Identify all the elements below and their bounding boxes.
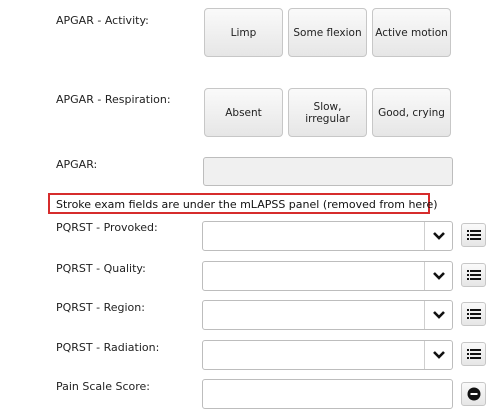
apgar-activity-label: APGAR - Activity: — [56, 14, 149, 27]
pqrst-region-label: PQRST - Region: — [56, 301, 145, 314]
apgar-total-field — [203, 157, 453, 186]
minus-circle-icon[interactable] — [461, 382, 486, 406]
list-icon[interactable] — [461, 302, 486, 326]
chevron-down-icon[interactable] — [424, 222, 452, 250]
activity-active-motion-button[interactable]: Active motion — [372, 8, 451, 57]
activity-some-flexion-button[interactable]: Some flexion — [288, 8, 367, 57]
pqrst-region-select[interactable] — [202, 300, 453, 330]
pqrst-radiation-select[interactable] — [202, 340, 453, 370]
pqrst-provoked-label: PQRST - Provoked: — [56, 221, 158, 234]
chevron-down-icon[interactable] — [424, 262, 452, 290]
respiration-absent-button[interactable]: Absent — [204, 88, 283, 137]
pain-scale-input[interactable] — [202, 379, 453, 409]
pqrst-quality-select[interactable] — [202, 261, 453, 291]
list-icon[interactable] — [461, 342, 486, 366]
pqrst-radiation-label: PQRST - Radiation: — [56, 341, 160, 354]
apgar-respiration-label: APGAR - Respiration: — [56, 93, 171, 106]
pqrst-provoked-select[interactable] — [202, 221, 453, 251]
chevron-down-icon[interactable] — [424, 341, 452, 369]
pqrst-quality-label: PQRST - Quality: — [56, 262, 146, 275]
respiration-slow-irregular-button[interactable]: Slow, irregular — [288, 88, 367, 137]
apgar-total-label: APGAR: — [56, 158, 98, 171]
activity-limp-button[interactable]: Limp — [204, 8, 283, 57]
stroke-exam-notice: Stroke exam fields are under the mLAPSS … — [48, 193, 438, 214]
list-icon[interactable] — [461, 263, 486, 287]
respiration-good-crying-button[interactable]: Good, crying — [372, 88, 451, 137]
chevron-down-icon[interactable] — [424, 301, 452, 329]
list-icon[interactable] — [461, 223, 486, 247]
pain-scale-label: Pain Scale Score: — [56, 380, 151, 393]
